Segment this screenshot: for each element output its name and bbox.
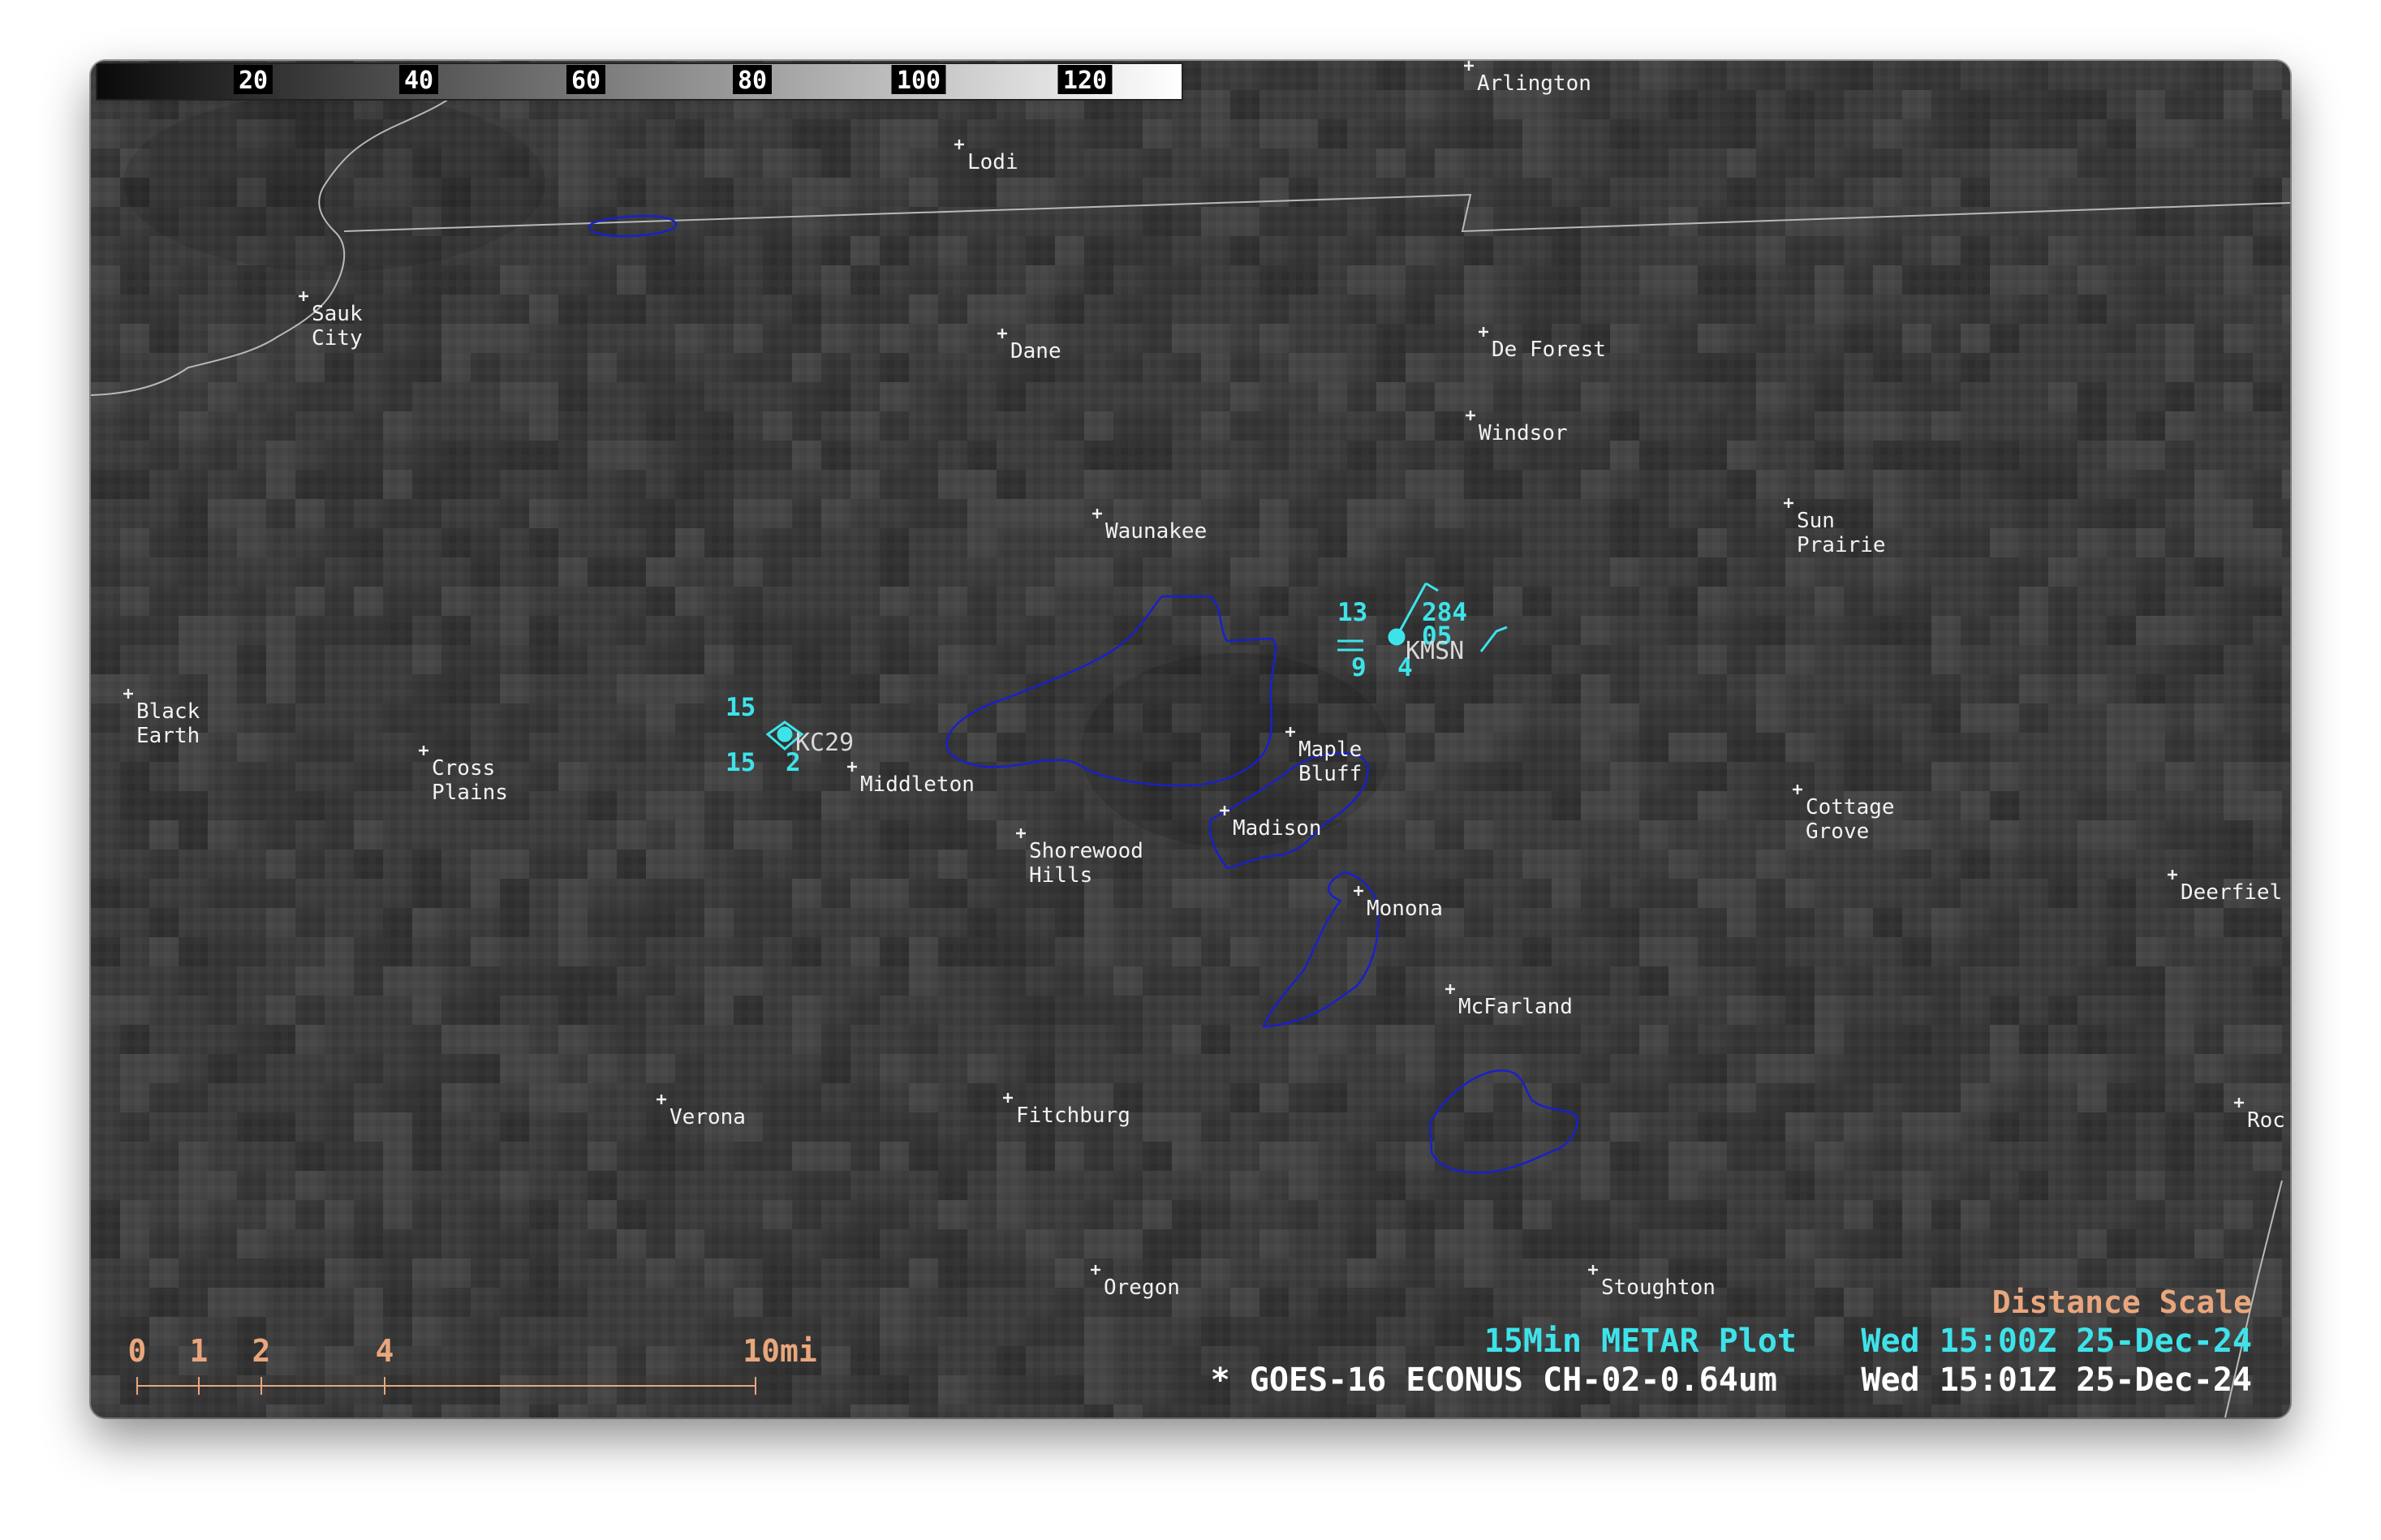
city-label-stoughton: Stoughton: [1601, 1275, 1716, 1300]
station-kc29-sky-cover: [777, 726, 793, 742]
city-label-shorewood-hills: Shorewood: [1029, 839, 1143, 863]
city-label-sun-prairie: Sun: [1797, 509, 1835, 533]
city-label-waunakee: Waunakee: [1105, 519, 1207, 544]
city-label-lodi: Lodi: [967, 150, 1018, 174]
city-label-verona: Verona: [670, 1105, 746, 1129]
distance-scale-label: 0: [128, 1333, 147, 1369]
city-label-arlington: Arlington: [1477, 71, 1591, 96]
city-label-oregon: Oregon: [1104, 1275, 1180, 1300]
city-label-sun-prairie: Prairie: [1797, 533, 1886, 557]
city-label-black-earth: Black: [136, 699, 200, 724]
station-kmsn-id: KMSN: [1406, 637, 1464, 665]
city-label-cross-plains: Cross: [432, 756, 495, 781]
colorbar-tick-label: 40: [404, 67, 433, 95]
colorbar-tick-label: 120: [1063, 67, 1107, 95]
station-kc29-temperature: 15: [725, 693, 756, 722]
city-label-deerfield: Deerfiel: [2181, 880, 2282, 905]
colorbar-tick-label: 100: [897, 67, 941, 95]
city-label-cottage-grove: Grove: [1806, 819, 1869, 844]
distance-scale-label: 10mi: [743, 1333, 817, 1369]
city-label-mcfarland: McFarland: [1458, 995, 1573, 1019]
city-label-maple-bluff: Maple: [1298, 738, 1362, 762]
colorbar: 20 40 60 80 100 120: [96, 62, 1183, 101]
city-label-fitchburg: Fitchburg: [1016, 1103, 1130, 1128]
distance-scale-label: 2: [252, 1333, 271, 1369]
colorbar-tick-label: 80: [738, 67, 767, 95]
station-kc29-id: KC29: [795, 729, 854, 757]
city-label-sauk-city: Sauk: [312, 302, 363, 326]
city-label-monona: Monona: [1367, 897, 1443, 921]
metar-plot-time: Wed 15:00Z 25-Dec-24: [1861, 1323, 2252, 1360]
city-label-rock: Roc: [2247, 1108, 2285, 1133]
city-label-shorewood-hills: Hills: [1029, 863, 1092, 888]
distance-scale-title: Distance Scale: [1992, 1284, 2252, 1320]
city-label-black-earth: Earth: [136, 724, 200, 748]
metar-plot-title: 15Min METAR Plot: [1484, 1323, 1797, 1360]
colorbar-tick-label: 60: [571, 67, 601, 95]
station-kmsn-temperature: 13: [1337, 598, 1367, 627]
map-window: 20 40 60 80 100 120 Arlington Lodi Sauk City Dane…: [91, 61, 2290, 1417]
station-kmsn-dewpoint: 9: [1351, 653, 1367, 682]
city-label-madison: Madison: [1233, 816, 1322, 841]
city-label-de-forest: De Forest: [1492, 338, 1606, 362]
satellite-product-title: * GOES-16 ECONUS CH-02-0.64um: [1211, 1361, 1777, 1399]
city-label-dane: Dane: [1010, 339, 1061, 363]
satellite-map: 20 40 60 80 100 120 ArlingtonLodiSaukCityDane…: [91, 61, 2290, 1417]
satellite-product-time: Wed 15:01Z 25-Dec-24: [1861, 1361, 2252, 1399]
city-label-middleton: Middleton: [860, 772, 975, 797]
city-label-windsor: Windsor: [1479, 421, 1568, 445]
colorbar-tick-label: 20: [239, 67, 268, 95]
city-label-sauk-city: City: [312, 326, 363, 351]
city-label-maple-bluff: Bluff: [1298, 762, 1362, 786]
distance-scale-label: 4: [376, 1333, 394, 1369]
city-label-cottage-grove: Cottage: [1806, 795, 1895, 819]
station-kc29-dewpoint: 15: [725, 748, 756, 777]
city-label-cross-plains: Plains: [432, 781, 508, 805]
distance-scale-label: 1: [190, 1333, 209, 1369]
